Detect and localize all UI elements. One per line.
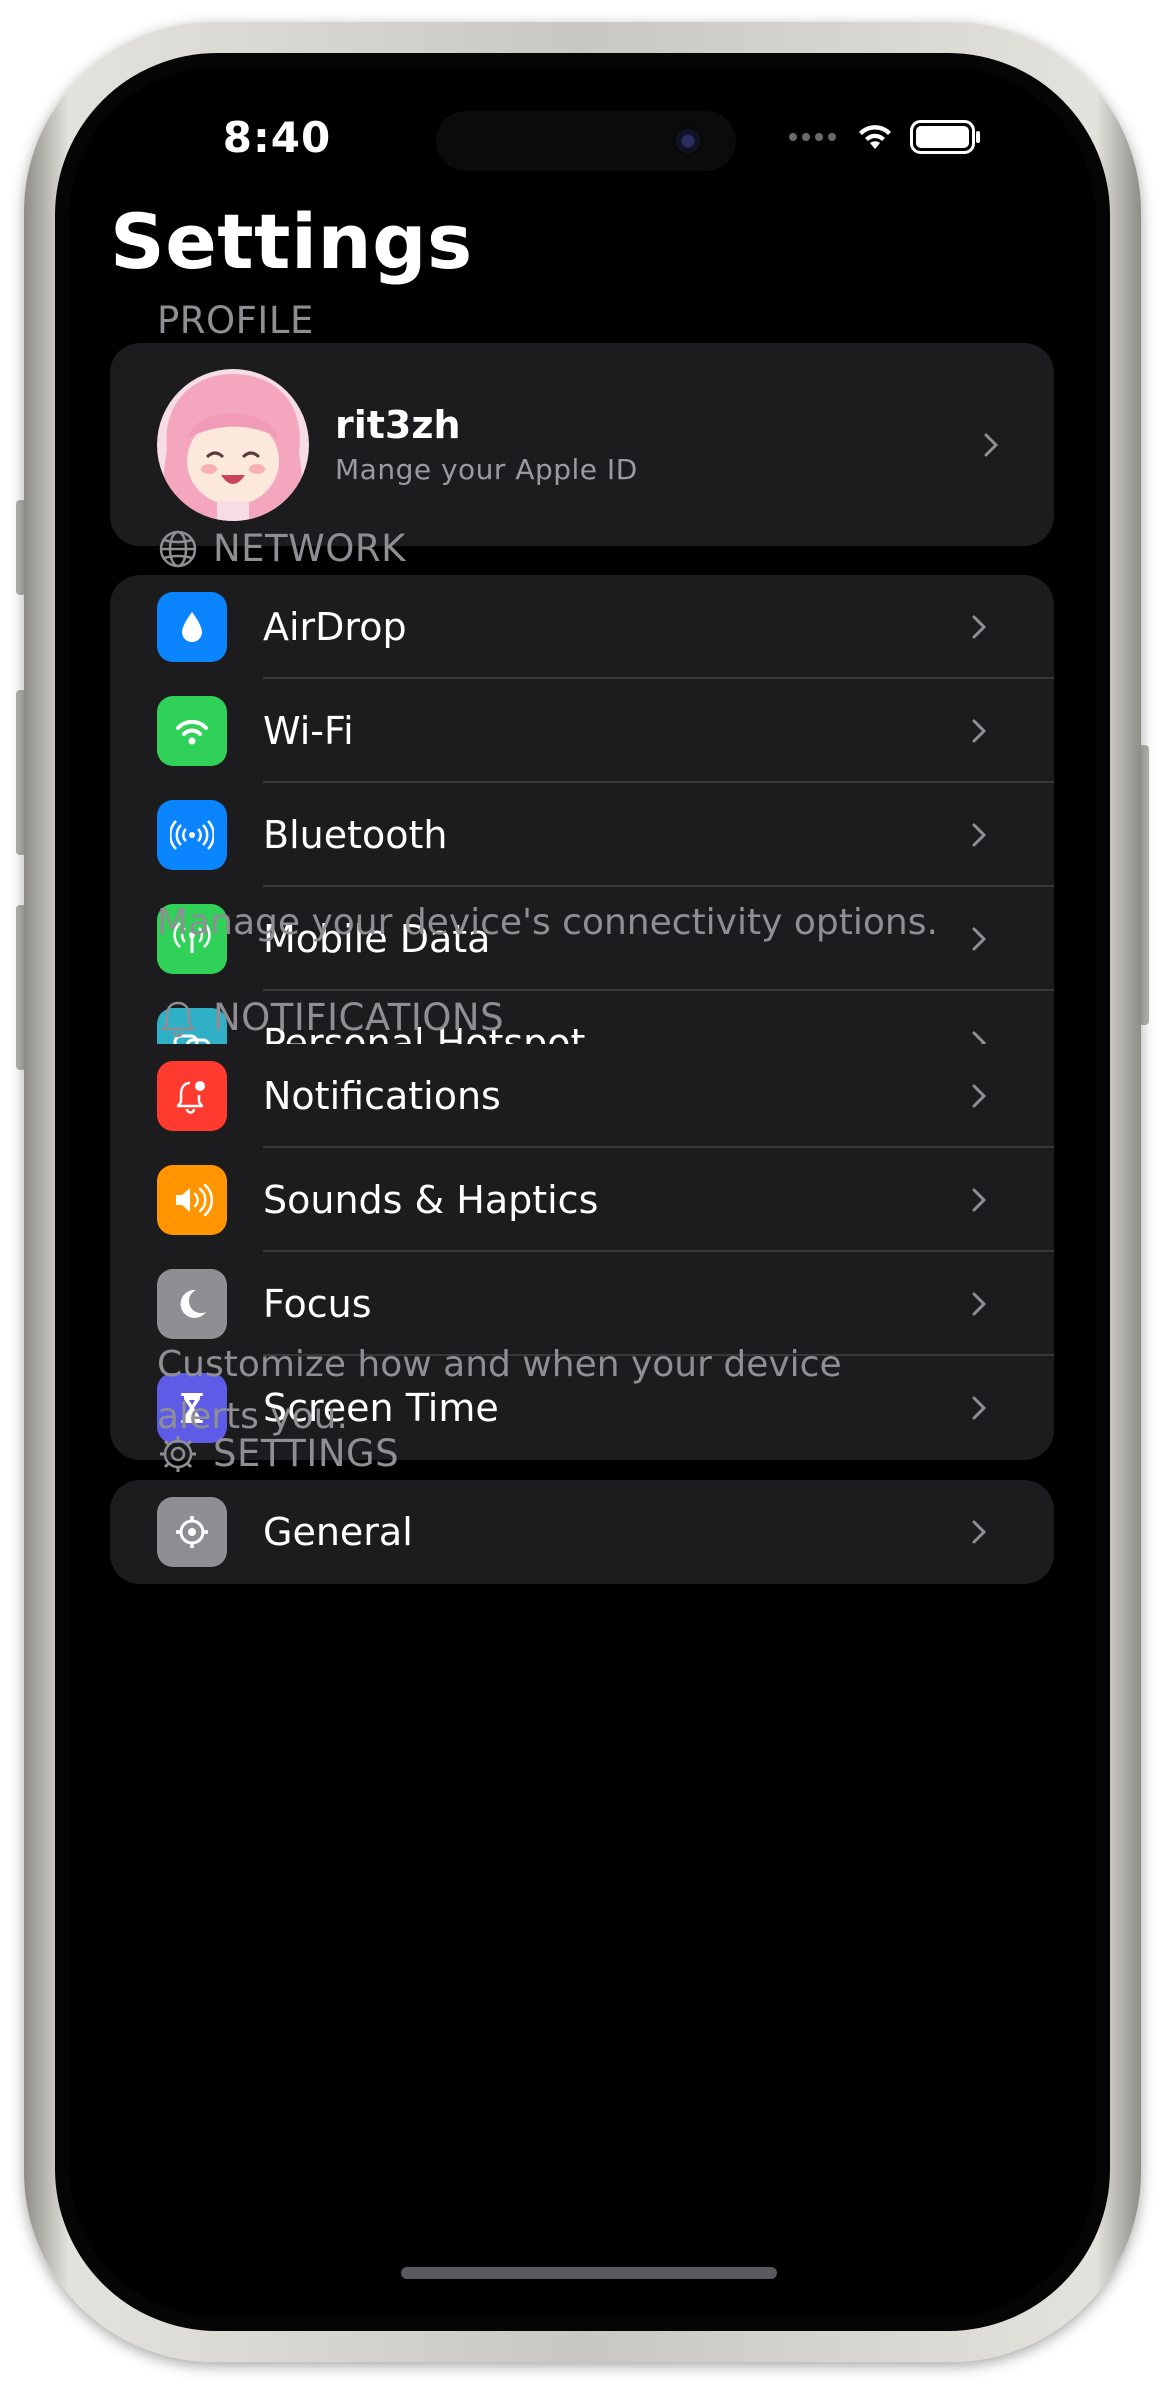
airdrop-tile xyxy=(157,592,227,662)
bell-badge-icon xyxy=(176,1081,205,1114)
avatar xyxy=(157,369,309,521)
status-indicators xyxy=(789,117,982,157)
row-bluetooth[interactable]: Bluetooth xyxy=(110,783,1054,887)
page-title: Settings xyxy=(110,197,473,286)
chevron-right-icon xyxy=(972,615,986,639)
network-footer-note: Manage your device's connectivity option… xyxy=(157,902,938,943)
status-time: 8:40 xyxy=(222,113,332,162)
wifi-icon xyxy=(176,719,208,745)
chevron-right-icon xyxy=(972,1292,986,1316)
chevron-right-icon xyxy=(972,927,986,951)
chevron-right-icon xyxy=(972,1084,986,1108)
row-label: Notifications xyxy=(263,1074,501,1118)
notifications-tile xyxy=(157,1061,227,1131)
section-header-label: PROFILE xyxy=(157,299,314,342)
row-label: Bluetooth xyxy=(263,813,448,857)
device-frame: 8:40 Settings PROFILE rit3zh Mange your … xyxy=(24,22,1141,2362)
section-header-notifications: NOTIFICATIONS xyxy=(157,996,504,1039)
device-bezel: 8:40 Settings PROFILE rit3zh Mange your … xyxy=(55,53,1110,2331)
chevron-right-icon xyxy=(984,433,998,456)
focus-tile xyxy=(157,1269,227,1339)
chevron-right-icon xyxy=(972,719,986,743)
airdrop-icon xyxy=(182,612,202,642)
wifi-status-icon xyxy=(859,125,891,149)
section-header-label: SETTINGS xyxy=(213,1432,400,1475)
chevron-right-icon xyxy=(972,1188,986,1212)
chevron-right-icon xyxy=(972,1396,986,1420)
front-camera-icon xyxy=(674,127,702,155)
wifi-tile xyxy=(157,696,227,766)
gear-icon xyxy=(176,1516,208,1548)
profile-card[interactable]: rit3zh Mange your Apple ID xyxy=(110,343,1054,546)
battery-icon xyxy=(910,120,980,154)
bell-icon xyxy=(161,1001,195,1037)
gear-icon xyxy=(160,1435,196,1472)
speaker-icon xyxy=(176,1183,214,1217)
notifications-footer-note: Customize how and when your device alert… xyxy=(157,1344,842,1437)
section-header-network: NETWORK xyxy=(157,527,406,570)
bluetooth-tile xyxy=(157,800,227,870)
dynamic-island xyxy=(436,111,736,171)
sounds-tile xyxy=(157,1165,227,1235)
row-label: Wi-Fi xyxy=(263,709,354,753)
moon-icon xyxy=(180,1289,206,1318)
row-label: Sounds & Haptics xyxy=(263,1178,599,1222)
section-header-settings: SETTINGS xyxy=(157,1432,399,1475)
row-sounds-haptics[interactable]: Sounds & Haptics xyxy=(110,1148,1054,1252)
signal-dots-icon xyxy=(789,133,836,141)
row-notifications[interactable]: Notifications xyxy=(110,1044,1054,1148)
general-tile xyxy=(157,1497,227,1567)
section-header-profile: PROFILE xyxy=(157,299,314,342)
section-header-label: NOTIFICATIONS xyxy=(213,996,505,1039)
settings-card: General xyxy=(110,1480,1054,1584)
globe-icon xyxy=(159,530,197,567)
profile-name: rit3zh xyxy=(335,403,461,447)
row-general[interactable]: General xyxy=(110,1480,1054,1584)
row-label: General xyxy=(263,1510,413,1554)
chevron-right-icon xyxy=(972,1520,986,1544)
row-label: AirDrop xyxy=(263,605,407,649)
chevron-right-icon xyxy=(972,823,986,847)
row-airdrop[interactable]: AirDrop xyxy=(110,575,1054,679)
section-header-label: NETWORK xyxy=(213,527,406,570)
avatar-image xyxy=(157,369,309,521)
home-indicator[interactable] xyxy=(401,2267,777,2279)
row-wifi[interactable]: Wi-Fi xyxy=(110,679,1054,783)
screen: 8:40 Settings PROFILE rit3zh Mange your … xyxy=(69,67,1096,2317)
bluetooth-icon xyxy=(170,820,214,850)
profile-subtitle: Mange your Apple ID xyxy=(335,453,638,486)
